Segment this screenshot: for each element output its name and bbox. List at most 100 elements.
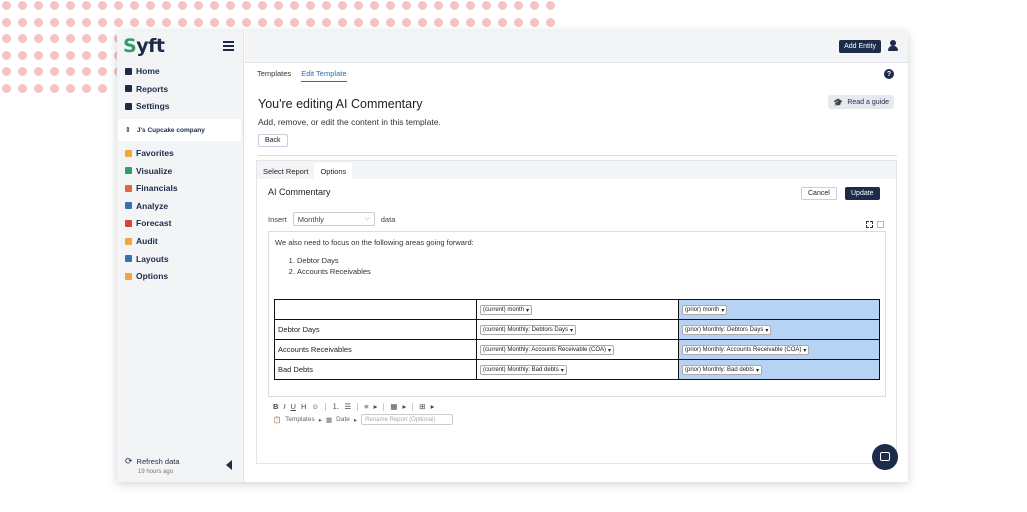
- underline-button[interactable]: U: [291, 402, 296, 411]
- decorative-dot: [194, 1, 203, 10]
- tab-templates[interactable]: Templates: [257, 69, 291, 82]
- refresh-data-button[interactable]: ⟳ Refresh data 19 hours ago: [125, 456, 180, 475]
- tab-edit-template[interactable]: Edit Template: [301, 69, 347, 82]
- decorative-dot: [498, 17, 507, 27]
- decorative-dot: [18, 17, 27, 27]
- metric-select[interactable]: (prior) Monthly: Bad debts ▾: [682, 365, 763, 375]
- financials-icon: [125, 184, 132, 192]
- decorative-dot: [66, 50, 75, 60]
- caret-right-icon[interactable]: ▸: [374, 402, 378, 411]
- emoji-icon[interactable]: ☺: [311, 402, 319, 411]
- cancel-button[interactable]: Cancel: [801, 187, 837, 200]
- audit-icon: [125, 237, 132, 245]
- main-content: Templates Edit Template ? You're editing…: [245, 64, 908, 482]
- fullscreen-icon[interactable]: [866, 215, 873, 228]
- table-cell: (current) Monthly: Bad debts ▾: [476, 359, 679, 380]
- table-cell: [274, 299, 477, 320]
- decorative-dot: [546, 17, 555, 27]
- menu-icon[interactable]: [223, 41, 234, 51]
- decorative-dot: [370, 17, 379, 27]
- decorative-dot: [50, 34, 59, 43]
- sidebar-item-visualize[interactable]: Visualize: [125, 164, 172, 178]
- sidebar-item-settings[interactable]: Settings: [125, 99, 170, 113]
- page-subtitle: Add, remove, or edit the content in this…: [258, 117, 441, 127]
- sidebar-item-label: Financials: [136, 183, 178, 194]
- toolbar-divider: [383, 402, 385, 411]
- sidebar-item-options[interactable]: Options: [125, 269, 168, 283]
- sidebar-item-analyze[interactable]: Analyze: [125, 199, 168, 213]
- home-icon: [125, 67, 132, 75]
- sidebar-item-label: Audit: [136, 236, 158, 246]
- company-selector[interactable]: ⇕ J's Cupcake company: [118, 119, 241, 141]
- read-guide-button[interactable]: 🎓 Read a guide: [828, 95, 894, 109]
- sidebar-item-home[interactable]: Home: [125, 64, 160, 78]
- help-icon[interactable]: ?: [884, 69, 894, 79]
- sidebar-item-layouts[interactable]: Layouts: [125, 252, 169, 266]
- bullet-list-icon[interactable]: ☰: [345, 402, 352, 411]
- update-button[interactable]: Update: [845, 187, 880, 200]
- sidebar-item-forecast[interactable]: Forecast: [125, 216, 171, 230]
- row-label: Debtor Days: [274, 319, 477, 340]
- sidebar-item-audit[interactable]: Audit: [125, 234, 158, 248]
- calendar-icon: ▦: [325, 416, 333, 424]
- sidebar-item-financials[interactable]: Financials: [125, 181, 178, 195]
- decorative-dot: [50, 17, 59, 27]
- insert-suffix: data: [380, 214, 396, 224]
- sidebar-item-favorites[interactable]: Favorites: [125, 146, 174, 160]
- rename-report-input[interactable]: Rename Report (Optional): [361, 414, 454, 425]
- heading-button[interactable]: H: [301, 402, 306, 411]
- current-period-select[interactable]: (current) month ▾: [480, 305, 533, 315]
- decorative-dot: [130, 17, 139, 27]
- tab-options[interactable]: Options: [314, 163, 353, 179]
- analyze-icon: [125, 202, 132, 210]
- add-entity-button[interactable]: Add Entity: [839, 40, 881, 53]
- decorative-dot: [482, 1, 491, 10]
- tab-select-report[interactable]: Select Report: [257, 163, 314, 179]
- metric-select[interactable]: (current) Monthly: Debtors Days ▾: [480, 325, 577, 335]
- list-item: Accounts Receivables: [297, 267, 371, 276]
- caret-right-icon[interactable]: ▸: [403, 402, 407, 411]
- back-button[interactable]: Back: [258, 134, 288, 147]
- decorative-dot: [82, 1, 91, 10]
- table-cell: (prior) month ▾: [678, 299, 880, 320]
- rich-text-editor[interactable]: We also need to focus on the following a…: [268, 231, 886, 397]
- table-row: Debtor Days (current) Monthly: Debtors D…: [274, 319, 880, 340]
- align-icon[interactable]: ≡: [364, 402, 368, 411]
- decorative-dot: [210, 17, 219, 27]
- sidebar-item-label: Visualize: [136, 165, 173, 176]
- italic-button[interactable]: I: [283, 402, 285, 411]
- metric-select[interactable]: (current) Monthly: Accounts Receivable (…: [480, 345, 615, 355]
- logo[interactable]: Syft: [123, 35, 165, 57]
- decorative-dot: [338, 17, 347, 27]
- sidebar-item-reports[interactable]: Reports: [125, 82, 168, 96]
- bold-button[interactable]: B: [273, 402, 278, 411]
- decorative-dot: [66, 83, 75, 93]
- caret-right-icon[interactable]: ▸: [319, 416, 322, 424]
- templates-menu[interactable]: Templates: [285, 416, 315, 423]
- metric-select[interactable]: (prior) Monthly: Accounts Receivable (CO…: [682, 345, 810, 355]
- metric-select[interactable]: (current) Monthly: Bad debts ▾: [480, 365, 567, 375]
- metric-select[interactable]: (prior) Monthly: Debtors Days ▾: [682, 325, 772, 335]
- numbered-list-icon[interactable]: ⒈: [332, 401, 340, 412]
- insert-period-select[interactable]: Monthly ⌵: [292, 212, 375, 226]
- user-account-icon[interactable]: [888, 40, 898, 52]
- decorative-dot: [66, 67, 75, 76]
- data-table: (current) month ▾ (prior) month ▾ Debtor D…: [274, 299, 880, 380]
- chat-support-button[interactable]: [872, 444, 898, 470]
- decorative-dot: [226, 1, 235, 10]
- decorative-dot: [82, 34, 91, 43]
- date-menu[interactable]: Date: [336, 416, 350, 423]
- caret-right-icon[interactable]: ▸: [431, 402, 435, 411]
- editor-view-icons: [866, 215, 884, 228]
- table-row: Accounts Receivables (current) Monthly: …: [274, 339, 880, 360]
- table-icon[interactable]: ⊞: [419, 402, 425, 411]
- caret-right-icon[interactable]: ▸: [354, 416, 357, 424]
- collapse-sidebar-icon[interactable]: [226, 460, 232, 470]
- source-icon[interactable]: [877, 215, 884, 228]
- calendar-icon[interactable]: ▦: [390, 402, 397, 411]
- decorative-dot: [34, 50, 43, 60]
- decorative-dot: [2, 1, 11, 10]
- prior-period-select[interactable]: (prior) month ▾: [682, 305, 728, 315]
- forecast-icon: [125, 219, 132, 227]
- decorative-dot: [50, 83, 59, 93]
